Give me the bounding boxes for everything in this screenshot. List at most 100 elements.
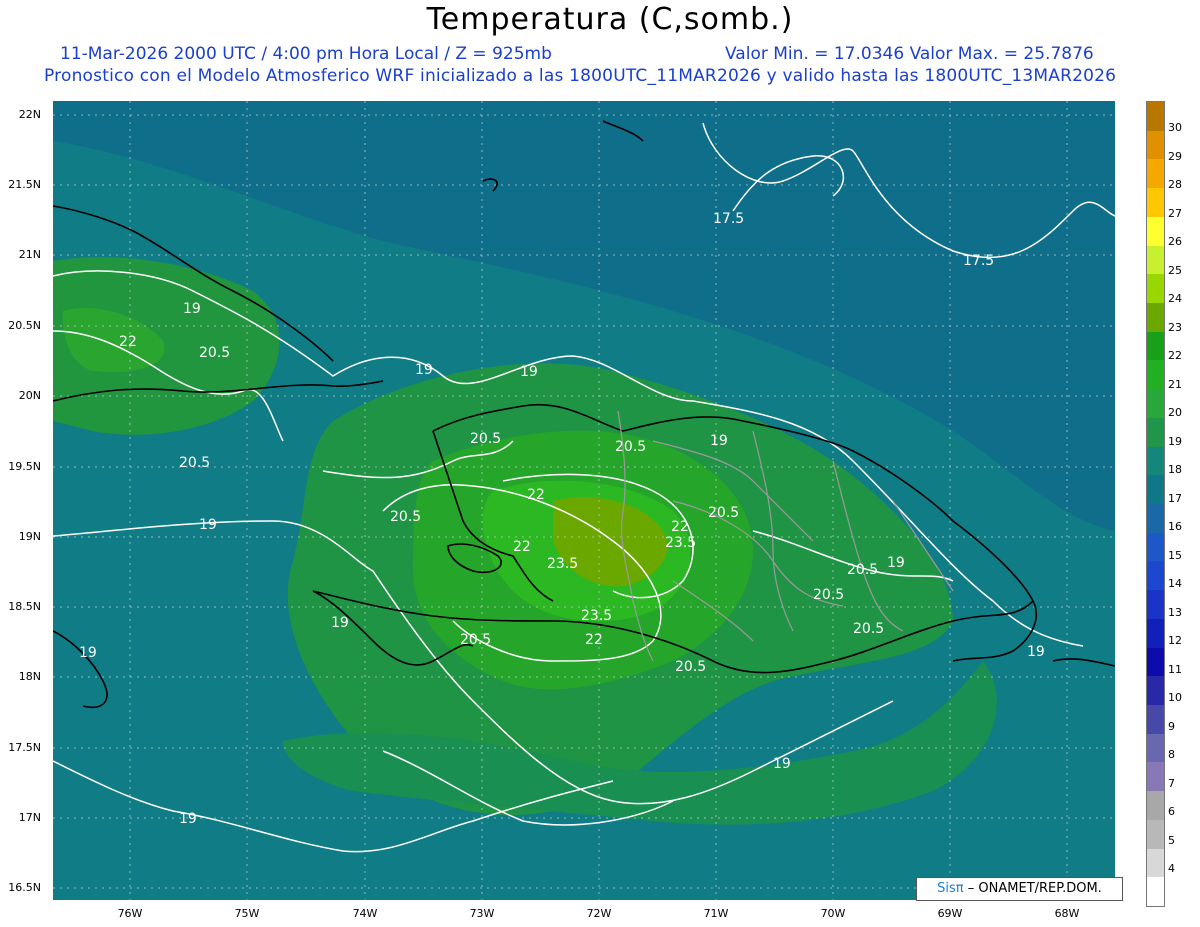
contour-label: 19: [179, 811, 197, 827]
lat-tick-label: 20.5N: [8, 319, 41, 332]
lon-tick-label: 68W: [1054, 907, 1080, 920]
colorbar-swatch: [1147, 216, 1164, 247]
colorbar-tick-label: 10: [1168, 691, 1182, 704]
contour-label: 20.5: [199, 345, 230, 361]
contour-label: 22: [513, 539, 531, 555]
colorbar-swatch: [1147, 532, 1164, 562]
colorbar-swatch: [1147, 705, 1164, 735]
contour-label: 19: [183, 301, 201, 317]
colorbar-tick-label: 13: [1168, 606, 1182, 619]
colorbar-swatch: [1147, 762, 1164, 792]
colorbar-tick-label: 8: [1168, 748, 1175, 761]
colorbar-swatch: [1147, 561, 1164, 591]
hispaniola-east-tip: [952, 600, 1038, 662]
datetime-subtitle: 11-Mar-2026 2000 UTC / 4:00 pm Hora Loca…: [60, 44, 1094, 64]
minmax-text: Valor Min. = 17.0346 Valor Max. = 25.787…: [725, 44, 1094, 64]
lat-tick-label: 21N: [18, 248, 41, 261]
lon-tick-label: 74W: [352, 907, 378, 920]
colorbar-swatch: [1147, 475, 1164, 505]
colorbar-tick-label: 9: [1168, 720, 1175, 733]
colorbar-tick-label: 26: [1168, 235, 1182, 248]
colorbar-swatch: [1147, 274, 1164, 304]
colorbar-tick-label: 15: [1168, 549, 1182, 562]
lat-tick-label: 21.5N: [8, 178, 41, 191]
colorbar-swatch: [1147, 877, 1164, 907]
colorbar-tick-label: 7: [1168, 777, 1175, 790]
colorbar-tick-label: 12: [1168, 634, 1182, 647]
colorbar-tick-label: 21: [1168, 378, 1182, 391]
lat-tick-label: 18N: [18, 670, 41, 683]
contour-label: 19: [520, 364, 538, 380]
colorbar-swatch: [1147, 504, 1164, 534]
contour-label: 19: [331, 615, 349, 631]
map-title: Temperatura (C,somb.): [426, 2, 794, 37]
contour-label: 23.5: [665, 535, 696, 551]
colorbar-swatch: [1147, 590, 1164, 620]
credit-text: – ONAMET/REP.DOM.: [967, 881, 1102, 896]
contour-label: 20.5: [390, 509, 421, 525]
colorbar-swatch: [1147, 245, 1164, 275]
lat-tick-label: 19N: [18, 530, 41, 543]
colorbar-tick-label: 25: [1168, 264, 1182, 277]
contour-label: 20.5: [675, 659, 706, 675]
temperature-colorbar: [1146, 101, 1165, 907]
contour-label: 17.5: [713, 211, 744, 227]
colorbar-swatch: [1147, 389, 1164, 419]
model-subtitle: Pronostico con el Modelo Atmosferico WRF…: [44, 66, 1117, 86]
lon-tick-label: 72W: [586, 907, 612, 920]
colorbar-tick-label: 28: [1168, 178, 1182, 191]
lon-tick-label: 75W: [234, 907, 260, 920]
contour-label: 19: [1027, 644, 1045, 660]
colorbar-tick-label: 4: [1168, 862, 1175, 875]
colorbar-tick-label: 11: [1168, 663, 1182, 676]
colorbar-tick-label: 17: [1168, 492, 1182, 505]
contour-label: 19: [415, 362, 433, 378]
colorbar-swatch: [1147, 360, 1164, 390]
contour-label: 23.5: [547, 556, 578, 572]
lon-tick-label: 71W: [703, 907, 729, 920]
colorbar-swatch: [1147, 791, 1164, 821]
colorbar-tick-label: 5: [1168, 834, 1175, 847]
jamaica-coast: [53, 630, 108, 708]
contour-label: 20.5: [708, 505, 739, 521]
colorbar-swatch: [1147, 848, 1164, 878]
colorbar-tick-label: 29: [1168, 150, 1182, 163]
lon-tick-label: 73W: [469, 907, 495, 920]
lat-tick-label: 17.5N: [8, 741, 41, 754]
contour-label: 22: [119, 334, 137, 350]
colorbar-tick-label: 16: [1168, 520, 1182, 533]
lat-tick-label: 19.5N: [8, 460, 41, 473]
colorbar-tick-label: 18: [1168, 463, 1182, 476]
contour-label: 20.5: [470, 431, 501, 447]
colorbar-tick-label: 30: [1168, 121, 1182, 134]
contour-label: 20.5: [813, 587, 844, 603]
contour-label: 20.5: [179, 455, 210, 471]
contour-label: 19: [199, 517, 217, 533]
datetime-text: 11-Mar-2026 2000 UTC / 4:00 pm Hora Loca…: [60, 44, 552, 64]
credit-brand: Sisπ: [937, 881, 964, 896]
contour-label: 20.5: [460, 632, 491, 648]
contour-label: 20.5: [847, 562, 878, 578]
colorbar-swatch: [1147, 130, 1164, 160]
contour-label: 22: [671, 519, 689, 535]
contour-label: 19: [710, 433, 728, 449]
contour-label: 23.5: [581, 608, 612, 624]
credit-box: Sisπ – ONAMET/REP.DOM.: [916, 877, 1123, 901]
colorbar-swatch: [1147, 733, 1164, 763]
colorbar-tick-label: 20: [1168, 406, 1182, 419]
colorbar-swatch: [1147, 446, 1164, 476]
colorbar-tick-label: 6: [1168, 805, 1175, 818]
contour-label: 22: [585, 632, 603, 648]
lon-tick-label: 70W: [820, 907, 846, 920]
colorbar-swatch: [1147, 331, 1164, 361]
colorbar-tick-label: 22: [1168, 349, 1182, 362]
colorbar-swatch: [1147, 618, 1164, 649]
lon-tick-label: 76W: [117, 907, 143, 920]
colorbar-tick-label: 23: [1168, 321, 1182, 334]
contour-label: 22: [527, 487, 545, 503]
lat-tick-label: 20N: [18, 389, 41, 402]
contour-label: 19: [887, 555, 905, 571]
colorbar-tick-label: 19: [1168, 435, 1182, 448]
lat-tick-label: 18.5N: [8, 600, 41, 613]
contour-label: 19: [773, 756, 791, 772]
